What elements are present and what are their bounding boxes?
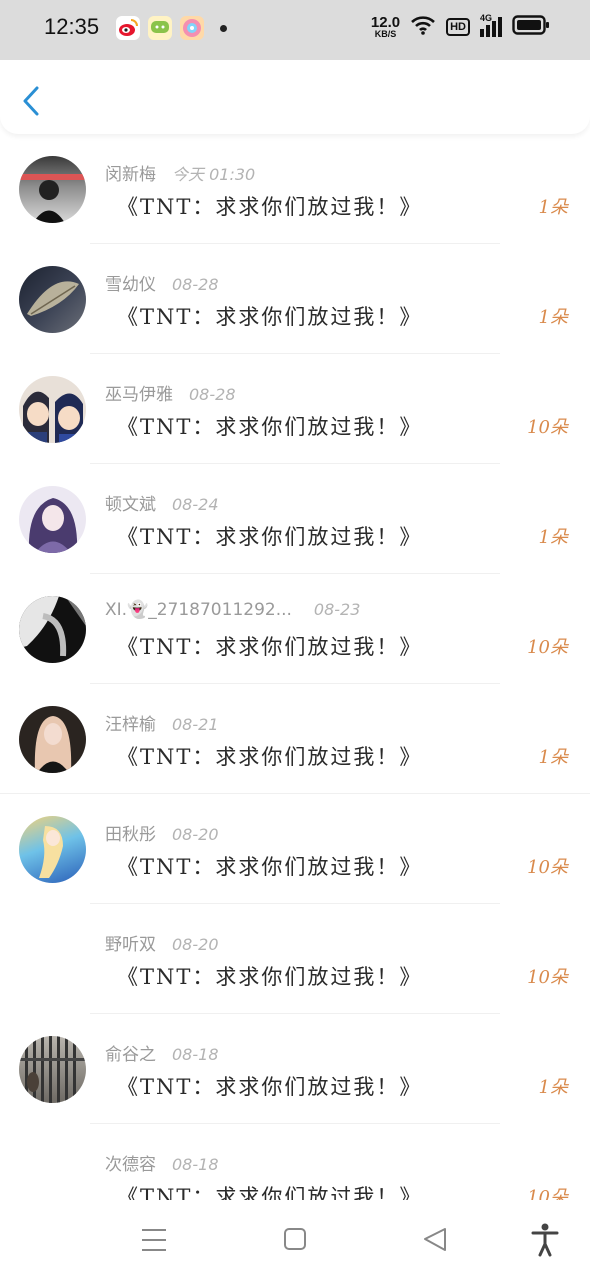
sender-meta: 次德容 08-18 — [105, 1150, 219, 1175]
gift-title: 《TNT：求求你们放过我！》 — [117, 1185, 423, 1200]
game-app-icon — [180, 16, 204, 40]
back-button[interactable] — [16, 82, 50, 120]
sender-meta: XI.👻_27187011292... 08-23 — [105, 600, 360, 620]
list-item[interactable]: 闵新梅 今天 01:30 《TNT：求求你们放过我！》 1朵 — [0, 134, 590, 244]
notification-dot — [220, 24, 227, 32]
sender-meta: 田秋彤 08-20 — [105, 820, 219, 845]
list-item[interactable]: 野听双 08-20 《TNT：求求你们放过我！》 10朵 — [0, 904, 590, 1014]
sender-name: 汪梓榆 — [105, 715, 156, 735]
send-date: 08-23 — [313, 600, 361, 619]
sender-meta: 雪幼仪 08-28 — [105, 270, 219, 295]
accessibility-icon — [531, 1223, 559, 1257]
send-date: 08-28 — [172, 275, 219, 294]
signal-icon: 4G — [480, 13, 502, 37]
gift-record-list[interactable]: 闵新梅 今天 01:30 《TNT：求求你们放过我！》 1朵 雪幼仪 08-28 《… — [0, 134, 590, 1200]
chevron-left-icon — [23, 86, 39, 116]
top-header — [0, 60, 590, 134]
battery-icon — [512, 14, 550, 40]
sender-name: XI.👻_27187011292... — [105, 600, 292, 620]
list-item[interactable]: 汪梓榆 08-21 《TNT：求求你们放过我！》 1朵 — [0, 684, 590, 794]
sender-name: 闵新梅 — [105, 165, 156, 185]
flower-count: 1朵 — [538, 747, 568, 768]
sender-name: 雪幼仪 — [105, 275, 156, 295]
flower-count: 10朵 — [527, 967, 568, 988]
menu-button[interactable] — [134, 1222, 174, 1258]
weibo-icon — [116, 16, 140, 40]
sender-name: 顿文斌 — [105, 495, 156, 515]
sender-meta: 俞谷之 08-18 — [105, 1040, 219, 1065]
net-speed: 12.0 KB/S — [371, 15, 400, 39]
accessibility-button[interactable] — [525, 1222, 565, 1258]
list-item[interactable]: 雪幼仪 08-28 《TNT：求求你们放过我！》 1朵 — [0, 244, 590, 354]
sender-name: 巫马伊雅 — [105, 385, 173, 405]
gift-title: 《TNT：求求你们放过我！》 — [117, 1075, 423, 1099]
send-date: 08-24 — [172, 495, 219, 514]
gift-title: 《TNT：求求你们放过我！》 — [117, 415, 423, 439]
avatar[interactable] — [19, 156, 86, 223]
send-date: 08-28 — [189, 385, 236, 404]
flower-count: 1朵 — [538, 527, 568, 548]
list-item[interactable]: 顿文斌 08-24 《TNT：求求你们放过我！》 1朵 — [0, 464, 590, 574]
sender-meta: 顿文斌 08-24 — [105, 490, 219, 515]
sender-name: 俞谷之 — [105, 1045, 156, 1065]
flower-count: 10朵 — [527, 417, 568, 438]
list-item[interactable]: 俞谷之 08-18 《TNT：求求你们放过我！》 1朵 — [0, 1014, 590, 1124]
sender-name: 次德容 — [105, 1155, 156, 1175]
list-item[interactable]: 田秋彤 08-20 《TNT：求求你们放过我！》 10朵 — [0, 794, 590, 904]
avatar[interactable] — [19, 816, 86, 883]
sender-meta: 汪梓榆 08-21 — [105, 710, 219, 735]
send-date: 今天 01:30 — [172, 165, 256, 184]
sender-name: 野听双 — [105, 935, 156, 955]
sender-meta: 野听双 08-20 — [105, 930, 219, 955]
network-type: 4G — [480, 13, 493, 23]
status-time: 12:35 — [44, 14, 100, 39]
send-date: 08-21 — [172, 715, 219, 734]
status-indicators: 12.0 KB/S HD 4G — [371, 13, 550, 40]
send-date: 08-18 — [172, 1045, 219, 1064]
avatar[interactable] — [19, 596, 86, 663]
flower-count: 1朵 — [538, 1077, 568, 1098]
flower-count: 1朵 — [538, 307, 568, 328]
gift-title: 《TNT：求求你们放过我！》 — [117, 525, 423, 549]
list-item[interactable]: 巫马伊雅 08-28 《TNT：求求你们放过我！》 10朵 — [0, 354, 590, 464]
avatar[interactable] — [19, 706, 86, 773]
avatar[interactable] — [19, 486, 86, 553]
status-app-icons — [116, 16, 227, 40]
avatar[interactable] — [19, 376, 86, 443]
net-speed-value: 12.0 — [370, 14, 401, 31]
gift-title: 《TNT：求求你们放过我！》 — [117, 635, 423, 659]
list-item[interactable]: 次德容 08-18 《TNT：求求你们放过我！》 10朵 — [0, 1124, 590, 1200]
net-speed-unit: KB/S — [374, 29, 397, 39]
flower-count: 10朵 — [527, 637, 568, 658]
sender-meta: 巫马伊雅 08-28 — [105, 380, 236, 405]
back-triangle-icon — [424, 1228, 446, 1251]
back-nav-button[interactable] — [415, 1222, 455, 1258]
flower-count: 10朵 — [527, 857, 568, 878]
gift-title: 《TNT：求求你们放过我！》 — [117, 855, 423, 879]
flower-count: 1朵 — [538, 197, 568, 218]
list-item[interactable]: XI.👻_27187011292... 08-23 《TNT：求求你们放过我！》 … — [0, 574, 590, 684]
send-date: 08-20 — [172, 825, 219, 844]
avatar[interactable] — [19, 1036, 86, 1103]
flower-count: 10朵 — [527, 1187, 568, 1200]
system-nav-bar — [0, 1200, 590, 1280]
gift-title: 《TNT：求求你们放过我！》 — [117, 745, 423, 769]
sender-name: 田秋彤 — [105, 825, 156, 845]
home-button[interactable] — [275, 1222, 315, 1258]
menu-icon — [142, 1229, 166, 1251]
sender-meta: 闵新梅 今天 01:30 — [105, 160, 255, 185]
gift-title: 《TNT：求求你们放过我！》 — [117, 195, 423, 219]
send-date: 08-20 — [172, 935, 219, 954]
send-date: 08-18 — [172, 1155, 219, 1174]
status-bar: 12:35 12.0 KB/S HD 4G — [0, 0, 590, 60]
home-square-icon — [284, 1228, 306, 1250]
hd-icon: HD — [446, 18, 470, 36]
gift-title: 《TNT：求求你们放过我！》 — [117, 965, 423, 989]
chat-app-icon — [148, 16, 172, 40]
gift-title: 《TNT：求求你们放过我！》 — [117, 305, 423, 329]
avatar[interactable] — [19, 266, 86, 333]
wifi-icon — [410, 14, 436, 40]
